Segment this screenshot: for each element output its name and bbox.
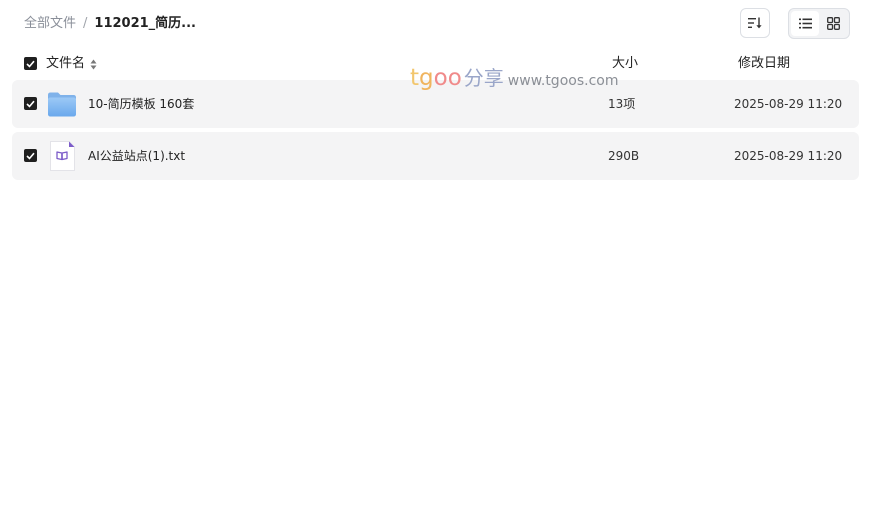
- file-size: 13项: [608, 97, 636, 111]
- breadcrumb: 全部文件 / 112021_简历...: [24, 14, 196, 34]
- breadcrumb-root-link[interactable]: 全部文件: [24, 14, 76, 34]
- file-date: 2025-08-29 11:20: [734, 149, 843, 163]
- table-row[interactable]: 10-简历模板 160套 13项 2025-08-29 11:20: [12, 80, 859, 128]
- row-checkbox[interactable]: [24, 149, 37, 162]
- table-row[interactable]: AI公益站点(1).txt 290B 2025-08-29 11:20: [12, 132, 859, 180]
- column-header-size[interactable]: 大小: [612, 52, 638, 76]
- sort-arrows-icon: [90, 59, 97, 70]
- list-view-icon: [798, 18, 812, 29]
- list-view-button[interactable]: [791, 11, 819, 36]
- table-header: 文件名 大小 修改日期: [12, 52, 859, 76]
- grid-view-button[interactable]: [819, 11, 847, 36]
- text-file-icon: [50, 141, 75, 171]
- breadcrumb-separator: /: [83, 16, 88, 31]
- file-date: 2025-08-29 11:20: [734, 97, 843, 111]
- file-name[interactable]: 10-简历模板 160套: [88, 80, 194, 128]
- column-header-name[interactable]: 文件名: [46, 52, 97, 76]
- file-name[interactable]: AI公益站点(1).txt: [88, 132, 185, 180]
- file-size: 290B: [608, 149, 640, 163]
- check-icon: [26, 60, 35, 68]
- file-browser: 全部文件 / 112021_简历... 文件名 大小 修改日期 10-简历模板 …: [0, 0, 874, 514]
- folder-icon: [48, 92, 76, 117]
- sort-button[interactable]: [740, 8, 770, 38]
- grid-view-icon: [826, 17, 840, 30]
- check-icon: [26, 100, 35, 108]
- column-header-date[interactable]: 修改日期: [738, 52, 790, 76]
- breadcrumb-current: 112021_简历...: [94, 16, 196, 31]
- select-all-checkbox[interactable]: [24, 57, 37, 70]
- view-toggle: [788, 8, 850, 39]
- column-header-name-label: 文件名: [46, 56, 86, 71]
- check-icon: [26, 152, 35, 160]
- sort-icon: [748, 17, 762, 29]
- row-checkbox[interactable]: [24, 97, 37, 110]
